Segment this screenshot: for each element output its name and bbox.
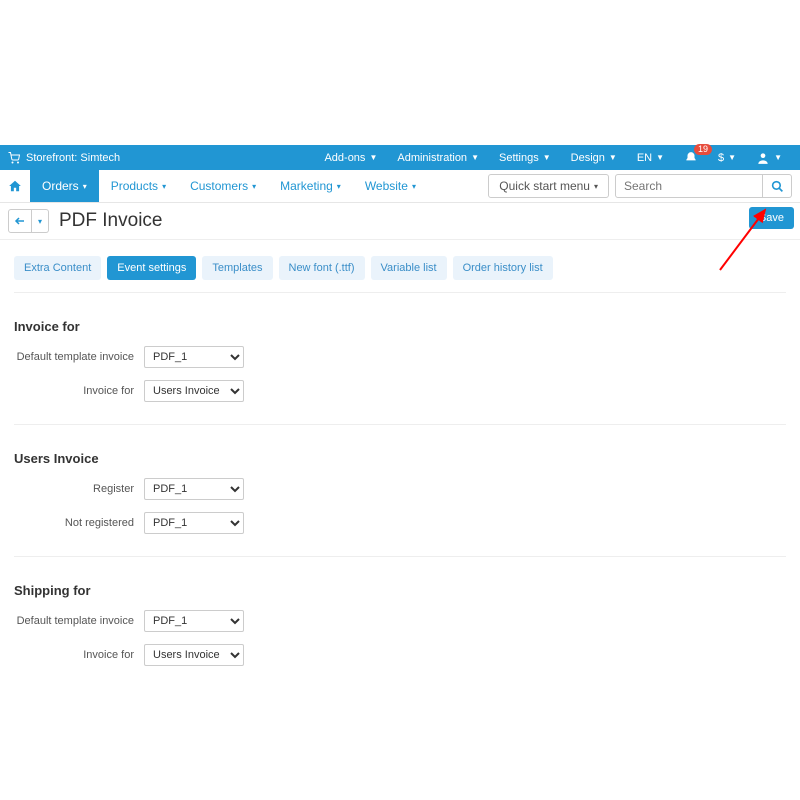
menu-addons[interactable]: Add-ons▼ [314,152,387,164]
section-shipping-for: Shipping for Default template invoice PD… [0,563,800,682]
home-icon[interactable] [0,170,30,202]
row-register: Register PDF_1 [14,478,786,500]
nav-website[interactable]: Website▾ [353,170,428,202]
tab-variable-list[interactable]: Variable list [371,256,447,280]
label: Default template invoice [14,615,144,627]
tabs: Extra Content Event settings Templates N… [0,240,800,286]
nav-bar: Orders▾ Products▾ Customers▾ Marketing▾ … [0,170,800,203]
select-register[interactable]: PDF_1 [144,478,244,500]
save-button[interactable]: Save [749,207,794,229]
tab-event-settings[interactable]: Event settings [107,256,196,280]
tab-extra-content[interactable]: Extra Content [14,256,101,280]
nav-marketing[interactable]: Marketing▾ [268,170,353,202]
menu-administration[interactable]: Administration▼ [387,152,489,164]
select-default-template[interactable]: PDF_1 [144,346,244,368]
row-invoice-for: Invoice for Users Invoice [14,644,786,666]
search-input[interactable] [615,174,763,198]
nav-orders[interactable]: Orders▾ [30,170,99,202]
label: Not registered [14,517,144,529]
row-not-registered: Not registered PDF_1 [14,512,786,534]
label: Invoice for [14,649,144,661]
row-invoice-for: Invoice for Users Invoice [14,380,786,402]
divider [14,424,786,425]
section-title: Invoice for [14,319,786,334]
divider [14,292,786,293]
notifications-icon[interactable]: 19 [674,151,708,165]
section-title: Shipping for [14,583,786,598]
menu-language[interactable]: EN▼ [627,152,674,164]
tab-templates[interactable]: Templates [202,256,272,280]
tab-order-history-list[interactable]: Order history list [453,256,553,280]
quick-start-menu[interactable]: Quick start menu▾ [488,174,609,198]
page-title: PDF Invoice [59,210,162,232]
back-dropdown[interactable]: ▾ [32,209,49,233]
menu-user[interactable]: ▼ [746,151,792,165]
menu-currency[interactable]: $▼ [708,152,746,164]
label: Register [14,483,144,495]
cart-icon [8,152,20,164]
select-invoice-for[interactable]: Users Invoice [144,644,244,666]
divider [14,556,786,557]
select-invoice-for[interactable]: Users Invoice [144,380,244,402]
search-button[interactable] [763,174,792,198]
menu-design[interactable]: Design▼ [561,152,627,164]
label: Invoice for [14,385,144,397]
nav-customers[interactable]: Customers▾ [178,170,268,202]
page-header: ▾ PDF Invoice Save [0,203,800,240]
tab-new-font[interactable]: New font (.ttf) [279,256,365,280]
menu-settings[interactable]: Settings▼ [489,152,561,164]
section-title: Users Invoice [14,451,786,466]
top-bar: Storefront: Simtech Add-ons▼ Administrat… [0,145,800,170]
notification-badge: 19 [694,144,712,155]
back-button[interactable] [8,209,32,233]
select-not-registered[interactable]: PDF_1 [144,512,244,534]
section-users-invoice: Users Invoice Register PDF_1 Not registe… [0,431,800,550]
storefront-label[interactable]: Storefront: Simtech [26,152,120,164]
nav-products[interactable]: Products▾ [99,170,178,202]
row-default-template: Default template invoice PDF_1 [14,346,786,368]
select-default-template[interactable]: PDF_1 [144,610,244,632]
label: Default template invoice [14,351,144,363]
row-default-template: Default template invoice PDF_1 [14,610,786,632]
section-invoice-for: Invoice for Default template invoice PDF… [0,299,800,418]
